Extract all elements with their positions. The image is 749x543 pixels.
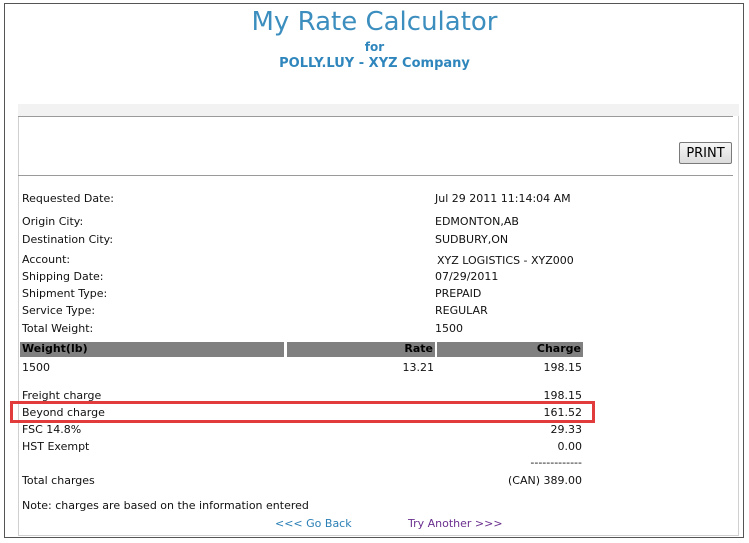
total-separator: ------------- <box>530 456 582 469</box>
detail-label-origin-city: Origin City: <box>22 215 84 228</box>
detail-value-total-weight: 1500 <box>435 322 463 335</box>
detail-label-shipping-date: Shipping Date: <box>22 270 104 283</box>
charge-value-hst: 0.00 <box>557 440 583 453</box>
detail-label-service-type: Service Type: <box>22 304 96 317</box>
detail-label-destination-city: Destination City: <box>22 233 114 246</box>
table-cell-rate: 13.21 <box>402 361 435 374</box>
for-label: for <box>364 40 385 54</box>
detail-label-account: Account: <box>22 253 71 266</box>
detail-value-requested-date: Jul 29 2011 11:14:04 AM <box>435 192 571 205</box>
note-text: Note: charges are based on the informati… <box>22 499 309 512</box>
detail-value-service-type: REGULAR <box>435 304 488 317</box>
results-panel <box>18 104 739 536</box>
detail-value-shipping-date: 07/29/2011 <box>435 270 499 283</box>
go-back-link[interactable]: <<< Go Back <box>275 517 352 530</box>
highlight-box <box>10 401 595 423</box>
divider <box>18 116 733 117</box>
print-button[interactable]: PRINT <box>679 142 732 164</box>
charge-label-hst: HST Exempt <box>22 440 90 453</box>
detail-value-account: XYZ LOGISTICS - XYZ000 <box>437 254 574 267</box>
table-cell-charge: 198.15 <box>543 361 583 374</box>
panel-header-bar <box>18 104 739 116</box>
charge-value-fsc: 29.33 <box>550 423 583 436</box>
company-name: POLLY.LUY - XYZ Company <box>279 56 470 71</box>
page-title: My Rate Calculator <box>251 7 498 37</box>
total-label: Total charges <box>22 474 95 487</box>
total-value: (CAN) 389.00 <box>507 474 582 487</box>
detail-label-total-weight: Total Weight: <box>22 322 94 335</box>
table-cell-weight: 1500 <box>22 361 50 374</box>
table-header-weight: Weight(lb) <box>20 342 284 357</box>
charge-label-fsc: FSC 14.8% <box>22 423 82 436</box>
divider <box>18 175 733 176</box>
detail-value-origin-city: EDMONTON,AB <box>435 215 519 228</box>
table-header-charge: Charge <box>437 342 583 357</box>
detail-label-requested-date: Requested Date: <box>22 192 114 205</box>
detail-value-destination-city: SUDBURY,ON <box>435 233 509 246</box>
try-another-link[interactable]: Try Another >>> <box>408 517 503 530</box>
table-header-rate: Rate <box>287 342 435 357</box>
detail-value-shipment-type: PREPAID <box>435 287 482 300</box>
detail-label-shipment-type: Shipment Type: <box>22 287 108 300</box>
